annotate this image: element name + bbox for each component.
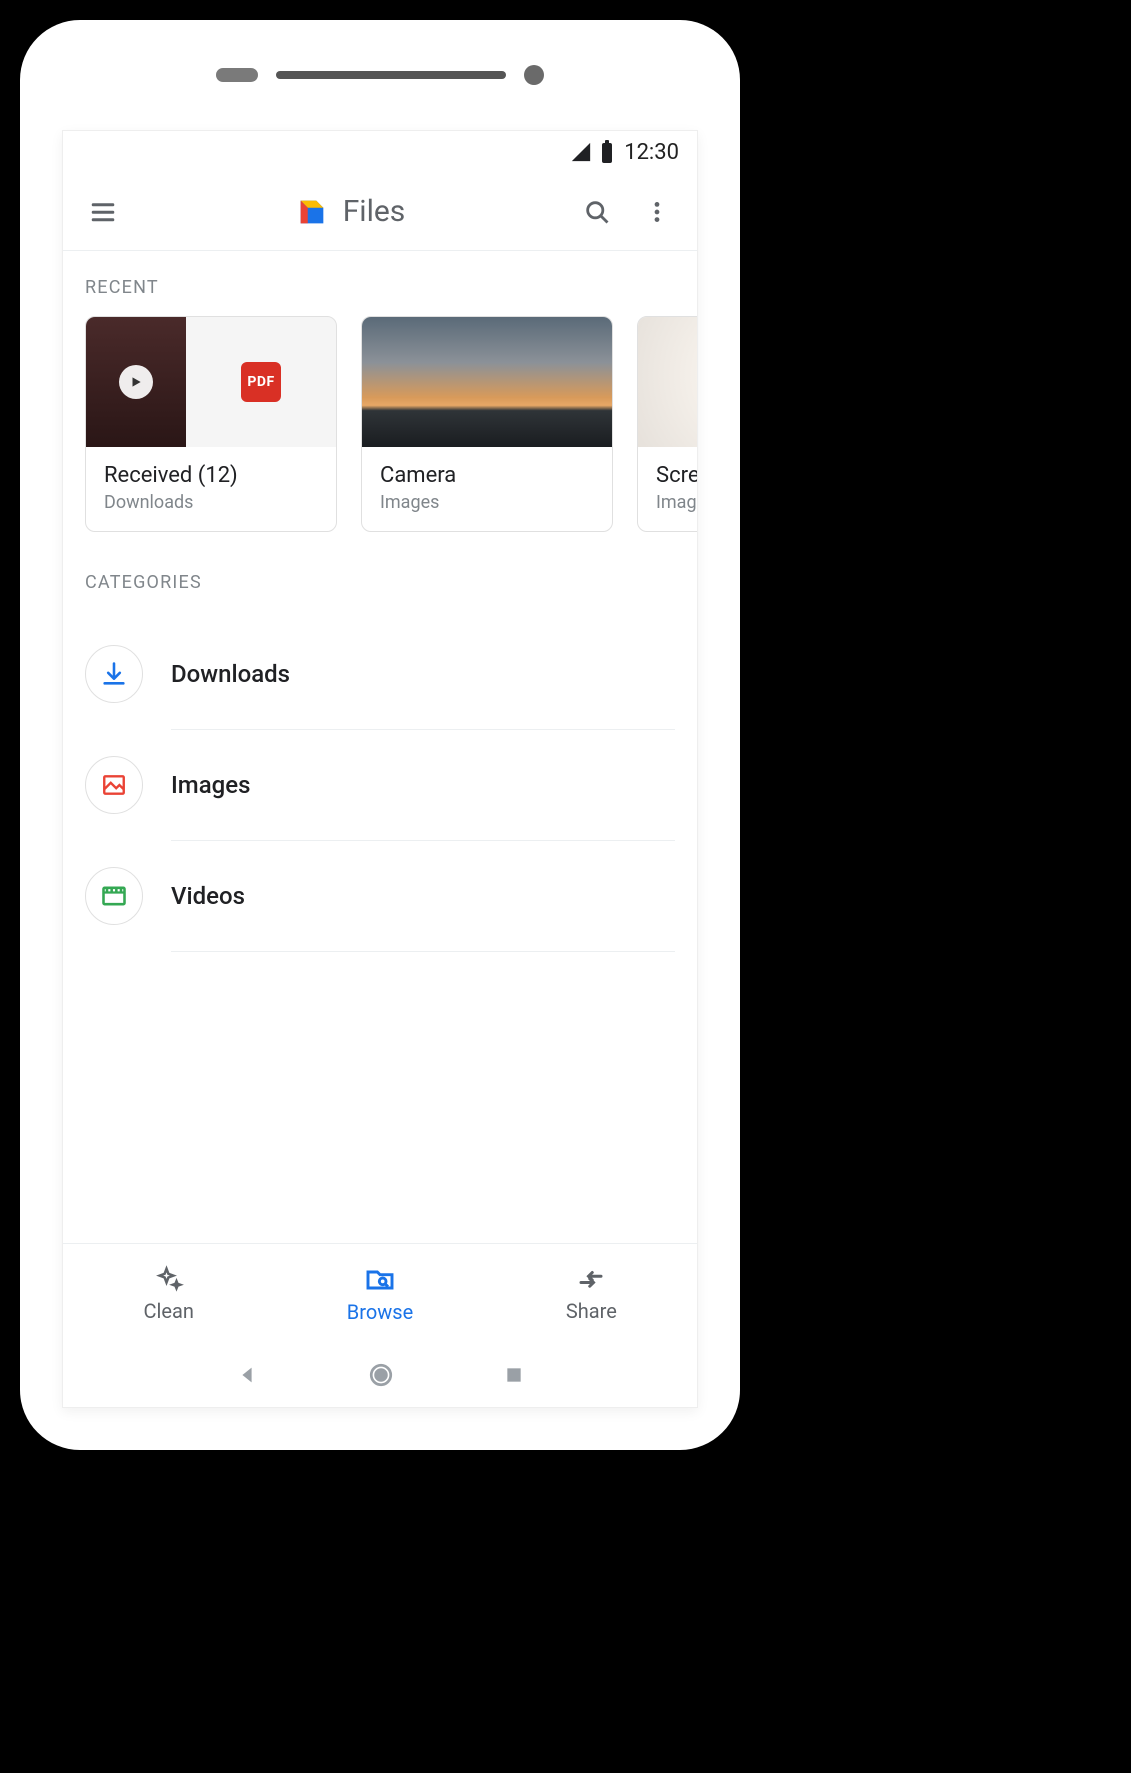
card-title: Received (12) — [104, 463, 318, 488]
app-logo-icon — [295, 195, 329, 229]
download-icon — [100, 660, 128, 688]
categories-header: Categories — [63, 532, 697, 611]
sparkle-icon — [154, 1265, 184, 1295]
nav-share[interactable]: Share — [486, 1244, 697, 1343]
category-label: Videos — [171, 882, 245, 910]
category-images[interactable]: Images — [85, 730, 675, 840]
card-subtitle: Images — [380, 492, 594, 513]
play-icon — [119, 365, 153, 399]
back-icon[interactable] — [236, 1364, 258, 1386]
nav-label: Browse — [347, 1300, 413, 1324]
recent-card-screenshots[interactable]: Screenshots Images — [637, 316, 697, 532]
nav-label: Clean — [143, 1299, 193, 1323]
nav-browse[interactable]: Browse — [274, 1244, 485, 1343]
clock-text: 12:30 — [624, 140, 679, 165]
card-title: Screenshots — [656, 463, 697, 488]
categories-list: Downloads Images Videos — [63, 611, 697, 952]
home-icon[interactable] — [368, 1362, 394, 1388]
nav-label: Share — [566, 1299, 617, 1323]
recent-card-camera[interactable]: Camera Images — [361, 316, 613, 532]
app-bar: Files — [63, 173, 697, 251]
phone-hardware — [20, 20, 740, 130]
recent-card-received[interactable]: PDF Received (12) Downloads — [85, 316, 337, 532]
pdf-badge-icon: PDF — [241, 362, 281, 402]
menu-button[interactable] — [81, 190, 125, 234]
phone-frame: 12:30 Files — [20, 20, 740, 1450]
more-vert-icon — [644, 199, 670, 225]
app-title: Files — [343, 194, 406, 229]
bottom-nav: Clean Browse Share — [63, 1243, 697, 1343]
recent-header: Recent — [63, 251, 697, 316]
image-icon — [101, 772, 127, 798]
battery-icon — [600, 140, 614, 164]
category-label: Images — [171, 771, 250, 799]
video-icon — [100, 882, 128, 910]
screen: 12:30 Files — [62, 130, 698, 1408]
search-button[interactable] — [575, 190, 619, 234]
search-icon — [583, 198, 611, 226]
card-title: Camera — [380, 463, 594, 488]
hamburger-icon — [88, 197, 118, 227]
card-subtitle: Images — [656, 492, 697, 513]
system-nav — [63, 1343, 697, 1407]
recents-icon[interactable] — [504, 1365, 524, 1385]
category-downloads[interactable]: Downloads — [85, 619, 675, 729]
thumbnail — [638, 317, 697, 447]
nav-clean[interactable]: Clean — [63, 1244, 274, 1343]
thumbnail: PDF — [86, 317, 336, 447]
thumbnail — [362, 317, 612, 447]
card-subtitle: Downloads — [104, 492, 318, 513]
folder-search-icon — [364, 1264, 396, 1296]
signal-icon — [570, 141, 592, 163]
category-label: Downloads — [171, 660, 290, 688]
status-bar: 12:30 — [63, 131, 697, 173]
swap-icon — [576, 1265, 606, 1295]
overflow-button[interactable] — [635, 190, 679, 234]
recent-row[interactable]: PDF Received (12) Downloads Camera Image… — [63, 316, 697, 532]
category-videos[interactable]: Videos — [85, 841, 675, 951]
